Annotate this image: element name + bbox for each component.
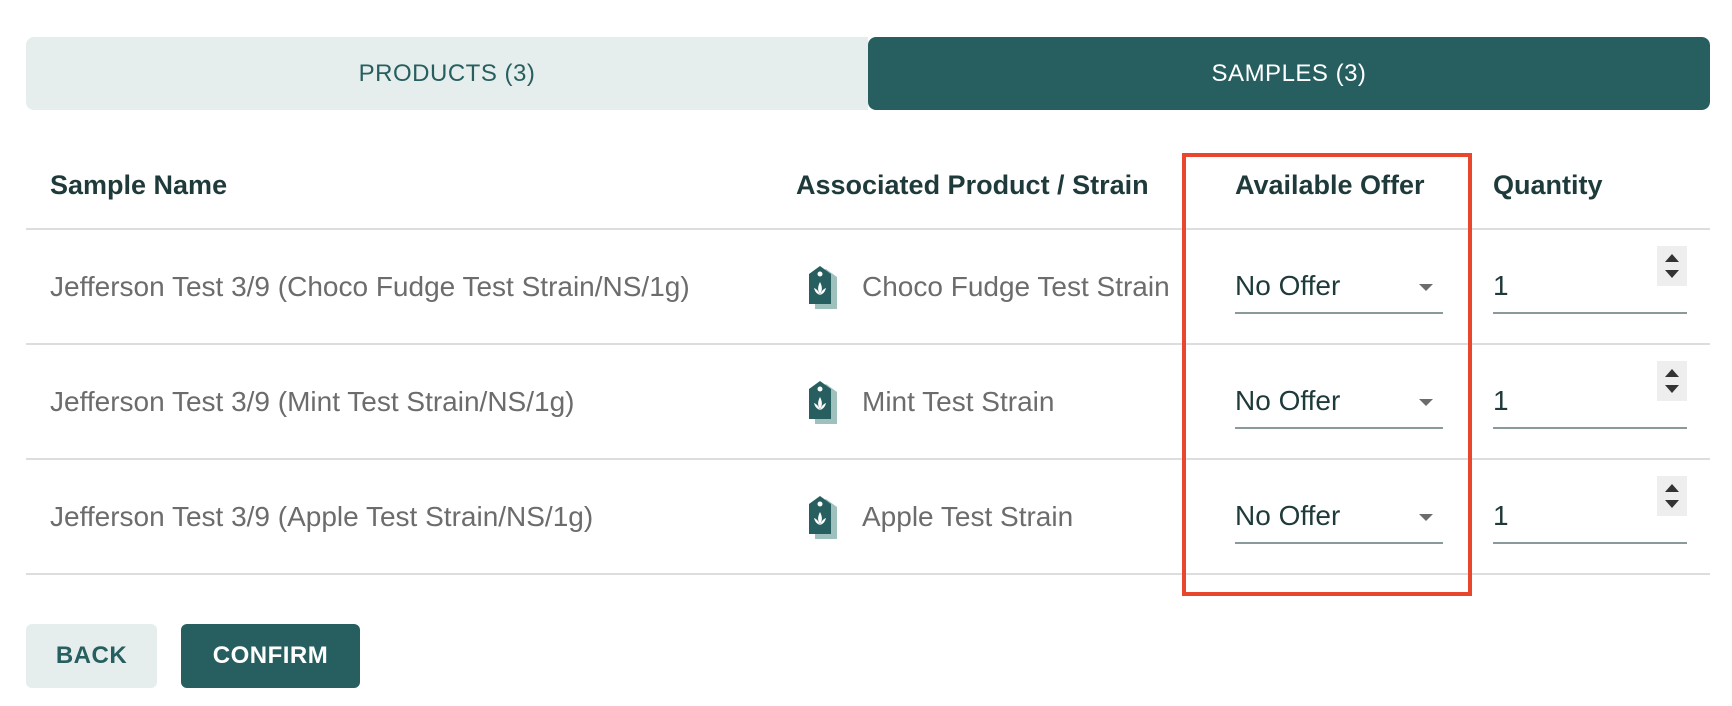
header-quantity: Quantity (1493, 170, 1603, 200)
quantity-value: 1 (1493, 499, 1509, 531)
offer-select[interactable]: No Offer (1235, 375, 1443, 429)
quantity-value: 1 (1493, 269, 1509, 301)
quantity-cell: 1 (1493, 460, 1687, 573)
tab-bar: PRODUCTS (3) SAMPLES (3) (26, 37, 1710, 110)
product-tag-icon (809, 380, 837, 424)
quantity-cell: 1 (1493, 345, 1687, 458)
chevron-down-icon (1419, 513, 1433, 521)
offer-cell: No Offer (1235, 460, 1443, 573)
table-row: Jefferson Test 3/9 (Mint Test Strain/NS/… (26, 345, 1710, 460)
offer-select[interactable]: No Offer (1235, 260, 1443, 314)
sample-name: Jefferson Test 3/9 (Apple Test Strain/NS… (50, 500, 594, 532)
chevron-down-icon (1419, 398, 1433, 406)
back-button[interactable]: BACK (26, 624, 157, 688)
increment-arrow-icon[interactable] (1665, 483, 1679, 492)
sample-name: Jefferson Test 3/9 (Mint Test Strain/NS/… (50, 385, 575, 417)
sample-name: Jefferson Test 3/9 (Choco Fudge Test Str… (50, 270, 690, 302)
offer-value: No Offer (1235, 499, 1341, 531)
increment-arrow-icon[interactable] (1665, 253, 1679, 262)
confirm-button[interactable]: CONFIRM (181, 624, 360, 688)
associated-product: Choco Fudge Test Strain (802, 230, 1170, 343)
offer-value: No Offer (1235, 269, 1341, 301)
product-name: Choco Fudge Test Strain (862, 270, 1170, 302)
number-stepper-icon[interactable] (1657, 245, 1687, 286)
offer-cell: No Offer (1235, 345, 1443, 458)
quantity-input[interactable]: 1 (1493, 245, 1687, 314)
associated-product: Mint Test Strain (802, 345, 1054, 458)
number-stepper-icon[interactable] (1657, 360, 1687, 401)
product-name: Mint Test Strain (862, 385, 1055, 417)
header-available-offer: Available Offer (1235, 170, 1425, 200)
chevron-down-icon (1419, 283, 1433, 291)
quantity-cell: 1 (1493, 230, 1687, 343)
product-tag-icon (809, 265, 837, 309)
associated-product: Apple Test Strain (802, 460, 1073, 573)
decrement-arrow-icon[interactable] (1665, 384, 1679, 393)
quantity-value: 1 (1493, 384, 1509, 416)
tab-samples[interactable]: SAMPLES (3) (868, 37, 1710, 110)
number-stepper-icon[interactable] (1657, 475, 1687, 516)
sample-selection-page: PRODUCTS (3) SAMPLES (3) Sample Name Ass… (0, 0, 1732, 706)
table-row: Jefferson Test 3/9 (Choco Fudge Test Str… (26, 230, 1710, 345)
header-associated-product: Associated Product / Strain (796, 170, 1149, 200)
table-header: Sample Name Associated Product / Strain … (26, 140, 1710, 230)
tab-products[interactable]: PRODUCTS (3) (26, 37, 868, 110)
product-name: Apple Test Strain (862, 500, 1074, 532)
table-row: Jefferson Test 3/9 (Apple Test Strain/NS… (26, 460, 1710, 575)
samples-table: Sample Name Associated Product / Strain … (26, 140, 1710, 575)
header-sample-name: Sample Name (50, 170, 228, 200)
offer-value: No Offer (1235, 384, 1341, 416)
offer-select[interactable]: No Offer (1235, 490, 1443, 544)
offer-cell: No Offer (1235, 230, 1443, 343)
increment-arrow-icon[interactable] (1665, 368, 1679, 377)
decrement-arrow-icon[interactable] (1665, 269, 1679, 278)
quantity-input[interactable]: 1 (1493, 475, 1687, 544)
quantity-input[interactable]: 1 (1493, 360, 1687, 429)
decrement-arrow-icon[interactable] (1665, 499, 1679, 508)
product-tag-icon (809, 495, 837, 539)
